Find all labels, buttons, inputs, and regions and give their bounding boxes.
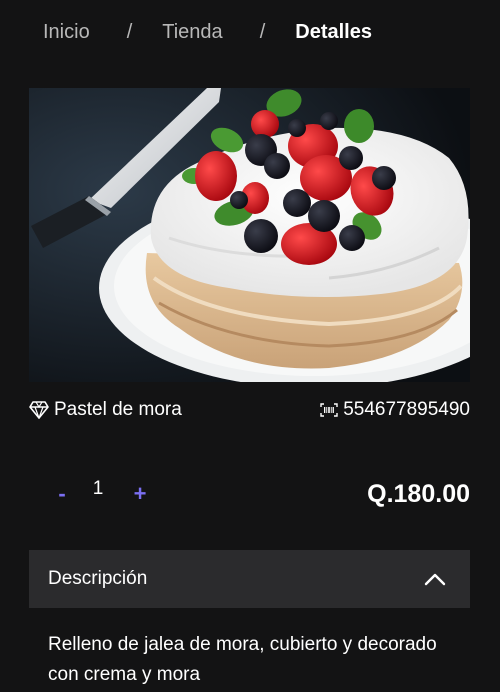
increase-quantity-button[interactable]: +	[130, 480, 150, 508]
product-info-row: Pastel de mora 554677895490	[29, 396, 470, 424]
decrease-quantity-button[interactable]: -	[52, 480, 72, 508]
product-sku-group: 554677895490	[320, 399, 470, 421]
description-title: Descripción	[48, 568, 148, 589]
product-image	[29, 88, 470, 382]
diamond-icon	[29, 401, 49, 419]
breadcrumb: Inicio / Tienda / Detalles	[43, 18, 372, 46]
breadcrumb-separator: /	[126, 20, 133, 43]
description-accordion-toggle[interactable]: Descripción	[29, 550, 470, 608]
breadcrumb-inicio[interactable]: Inicio	[43, 21, 90, 44]
product-sku: 554677895490	[343, 399, 470, 420]
quantity-value: 1	[92, 478, 104, 499]
breadcrumb-tienda[interactable]: Tienda	[162, 21, 222, 44]
product-name-group: Pastel de mora	[29, 399, 182, 421]
pavlova-cake-photo	[29, 88, 470, 382]
product-price: Q.180.00	[367, 480, 470, 508]
breadcrumb-detalles: Detalles	[295, 20, 372, 43]
quantity-price-row: - 1 + Q.180.00	[52, 472, 470, 520]
breadcrumb-separator: /	[259, 20, 266, 43]
product-name: Pastel de mora	[54, 399, 182, 420]
description-text: Relleno de jalea de mora, cubierto y dec…	[48, 634, 437, 685]
product-detail-page: Inicio / Tienda / Detalles Pastel de mor…	[0, 0, 500, 692]
chevron-up-icon	[424, 572, 446, 586]
barcode-icon	[320, 403, 338, 417]
